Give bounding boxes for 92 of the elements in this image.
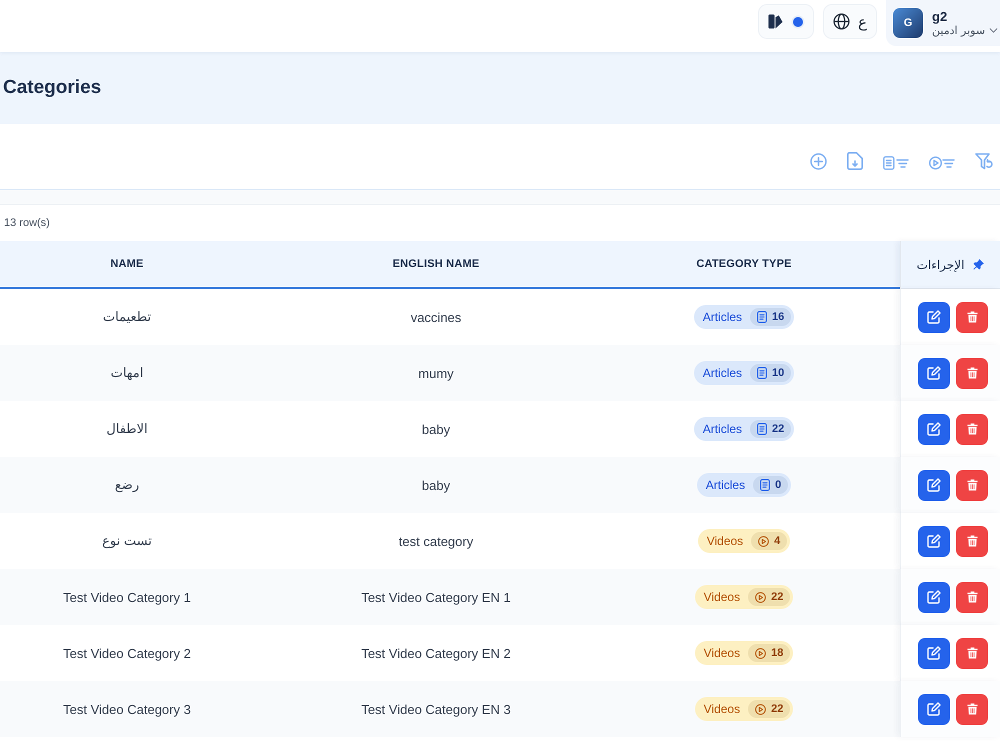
category-type-label: Articles bbox=[702, 422, 742, 436]
delete-button[interactable] bbox=[956, 414, 988, 444]
table-cell-text: Test Video Category 1 bbox=[62, 588, 192, 607]
avatar: G bbox=[893, 8, 923, 38]
table-cell-text: baby bbox=[420, 476, 452, 495]
trash-icon bbox=[966, 311, 978, 323]
trash-icon bbox=[966, 591, 978, 603]
list-filter-icon[interactable] bbox=[883, 156, 909, 170]
edit-button[interactable] bbox=[918, 470, 950, 500]
play-circle-icon bbox=[758, 536, 770, 546]
category-type-label: Articles bbox=[702, 366, 742, 380]
trash-icon bbox=[966, 647, 978, 659]
page-title: Categories bbox=[2, 77, 102, 99]
item-count: 22 bbox=[772, 423, 784, 435]
delete-button[interactable] bbox=[956, 470, 988, 500]
category-type-label: Videos bbox=[706, 534, 744, 548]
table-cell-text: تطعيمات bbox=[102, 308, 152, 326]
edit-button[interactable] bbox=[918, 414, 950, 444]
user-name: g2 bbox=[932, 8, 948, 24]
table-cell-text: Test Video Category EN 3 bbox=[360, 700, 512, 719]
delete-button[interactable] bbox=[956, 638, 988, 668]
item-count: 22 bbox=[771, 703, 784, 715]
item-count: 10 bbox=[772, 367, 784, 379]
user-role: سوبر ادمين bbox=[932, 24, 986, 38]
category-type-label: Videos bbox=[704, 702, 740, 716]
trash-icon bbox=[966, 423, 978, 435]
row-count: 13 row(s) bbox=[3, 216, 51, 231]
filter-reset-icon[interactable] bbox=[975, 153, 993, 170]
column-header: NAME bbox=[110, 258, 144, 270]
table-cell-text: Test Video Category EN 1 bbox=[360, 588, 512, 607]
play-circle-icon bbox=[755, 704, 766, 714]
delete-button[interactable] bbox=[956, 582, 988, 612]
delete-button[interactable] bbox=[956, 302, 988, 332]
edit-button[interactable] bbox=[918, 582, 950, 612]
delete-button[interactable] bbox=[956, 358, 988, 388]
delete-button[interactable] bbox=[956, 526, 988, 556]
edit-icon bbox=[927, 422, 941, 436]
item-count: 22 bbox=[771, 591, 784, 603]
column-header: ENGLISH NAME bbox=[392, 258, 480, 270]
color-dot-icon bbox=[790, 14, 804, 28]
column-header: CATEGORY TYPE bbox=[696, 258, 792, 270]
table-cell-text: baby bbox=[420, 420, 452, 439]
table-cell-text: mumy bbox=[417, 364, 455, 383]
edit-icon bbox=[927, 534, 941, 548]
edit-icon bbox=[927, 478, 941, 492]
table-cell-text: vaccines bbox=[410, 308, 462, 326]
edit-icon bbox=[927, 590, 941, 604]
item-count: 0 bbox=[775, 479, 782, 491]
delete-button[interactable] bbox=[956, 694, 988, 724]
globe-icon bbox=[833, 13, 850, 30]
item-count: 18 bbox=[771, 647, 784, 659]
edit-button[interactable] bbox=[918, 694, 950, 724]
document-icon bbox=[757, 367, 768, 379]
add-icon[interactable] bbox=[810, 153, 827, 170]
edit-icon bbox=[927, 702, 941, 716]
edit-button[interactable] bbox=[918, 638, 950, 668]
edit-button[interactable] bbox=[918, 302, 950, 332]
edit-icon bbox=[927, 310, 941, 324]
edit-button[interactable] bbox=[918, 358, 950, 388]
item-count: 4 bbox=[774, 535, 780, 547]
document-icon bbox=[760, 479, 770, 491]
table-cell-text: Test Video Category 2 bbox=[62, 644, 192, 663]
table-cell-text: امهات bbox=[110, 364, 144, 382]
table-cell-text: Test Video Category 3 bbox=[62, 700, 192, 719]
document-icon bbox=[757, 311, 768, 323]
trash-icon bbox=[966, 535, 978, 547]
language-button[interactable]: ع bbox=[823, 4, 877, 39]
trash-icon bbox=[966, 479, 978, 491]
play-circle-icon bbox=[755, 592, 766, 602]
chevron-down-icon bbox=[989, 28, 998, 33]
swatch-book-icon bbox=[768, 14, 782, 29]
theme-button[interactable] bbox=[758, 4, 814, 39]
category-type-label: Videos bbox=[704, 646, 740, 660]
table-cell-text: Test Video Category EN 2 bbox=[360, 644, 512, 663]
column-header: الإجراءات bbox=[916, 258, 964, 272]
play-circle-icon bbox=[755, 648, 766, 658]
table-cell-text: test category bbox=[398, 532, 474, 551]
trash-icon bbox=[966, 703, 978, 715]
category-type-label: Articles bbox=[706, 478, 746, 492]
table-cell-text: تست نوع bbox=[101, 532, 153, 550]
edit-icon bbox=[927, 366, 941, 380]
edit-button[interactable] bbox=[918, 526, 950, 556]
file-download-icon[interactable] bbox=[847, 152, 863, 170]
category-type-label: Videos bbox=[704, 590, 740, 604]
category-type-label: Articles bbox=[702, 310, 742, 324]
item-count: 16 bbox=[772, 311, 784, 323]
edit-icon bbox=[927, 646, 941, 660]
video-filter-icon[interactable] bbox=[929, 156, 955, 170]
table-cell-text: الاطفال bbox=[105, 420, 149, 438]
trash-icon bbox=[966, 367, 978, 379]
document-icon bbox=[757, 423, 768, 435]
table-cell-text: رضع bbox=[114, 476, 140, 494]
